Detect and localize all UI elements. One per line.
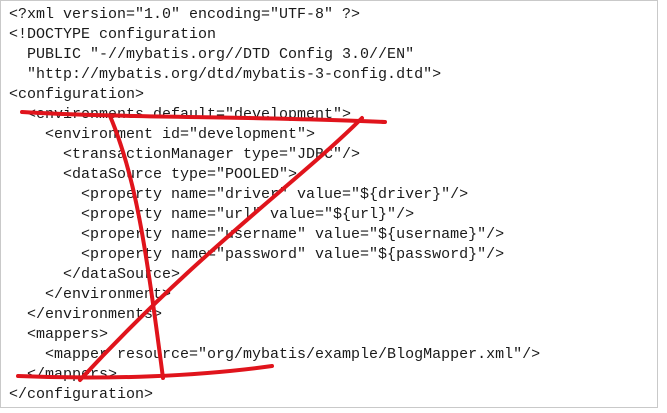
- code-line: </environment>: [9, 286, 172, 303]
- code-line: <configuration>: [9, 86, 145, 103]
- code-line: <environment id="development">: [9, 126, 316, 143]
- code-lines: <?xml version="1.0" encoding="UTF-8" ?> …: [9, 5, 540, 405]
- code-line: <mappers>: [9, 326, 109, 343]
- code-line: "http://mybatis.org/dtd/mybatis-3-config…: [9, 66, 442, 83]
- code-line: </configuration>: [9, 386, 154, 403]
- code-line: <dataSource type="POOLED">: [9, 166, 298, 183]
- code-line: <transactionManager type="JDBC"/>: [9, 146, 361, 163]
- code-line: PUBLIC "-//mybatis.org//DTD Config 3.0//…: [9, 46, 415, 63]
- code-line: </environments>: [9, 306, 163, 323]
- code-block: <?xml version="1.0" encoding="UTF-8" ?> …: [0, 0, 658, 408]
- code-line: <environments default="development">: [9, 106, 352, 123]
- code-line: <property name="username" value="${usern…: [9, 226, 505, 243]
- code-line: <property name="driver" value="${driver}…: [9, 186, 469, 203]
- code-line: </dataSource>: [9, 266, 181, 283]
- code-line: <!DOCTYPE configuration: [9, 26, 217, 43]
- code-line: </mappers>: [9, 366, 118, 383]
- code-line: <?xml version="1.0" encoding="UTF-8" ?>: [9, 6, 361, 23]
- code-line: <mapper resource="org/mybatis/example/Bl…: [9, 346, 541, 363]
- code-line: <property name="password" value="${passw…: [9, 246, 505, 263]
- code-line: <property name="url" value="${url}"/>: [9, 206, 415, 223]
